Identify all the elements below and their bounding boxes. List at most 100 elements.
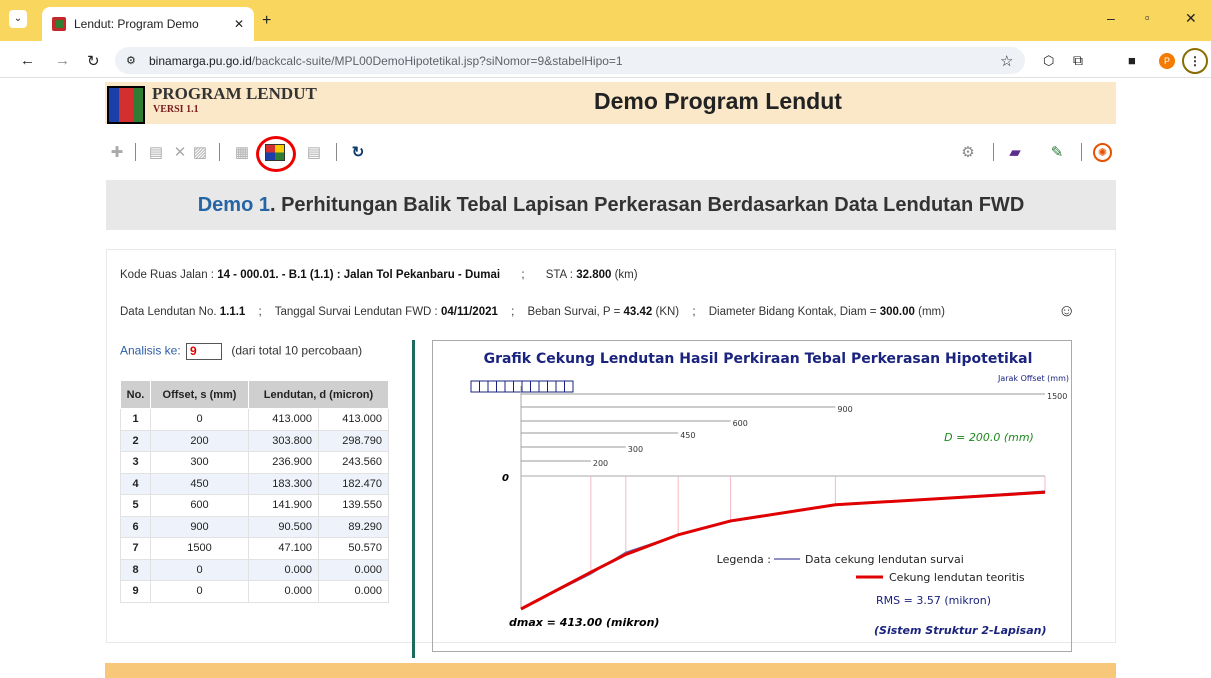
archive-icon[interactable]: ▰ bbox=[1005, 143, 1025, 161]
extension-icon[interactable]: ⬡ bbox=[1043, 53, 1054, 69]
demo-label: Demo 1 bbox=[197, 193, 270, 216]
beban-label: Beban Survai, P = bbox=[527, 306, 621, 318]
reload-button[interactable]: ↻ bbox=[87, 52, 100, 70]
table-row: 8 0 0.000 0.000 bbox=[120, 558, 389, 581]
minimize-button[interactable]: – bbox=[1107, 10, 1115, 26]
table-row: 1 0 413.000 413.000 bbox=[120, 408, 389, 431]
row-theoretical: 50.570 bbox=[318, 537, 389, 560]
rms-text: RMS = 3.57 (mikron) bbox=[876, 594, 991, 607]
row-offset: 900 bbox=[150, 515, 249, 538]
row-measured: 90.500 bbox=[248, 515, 319, 538]
survey-line bbox=[520, 490, 1046, 610]
url-path: /backcalc-suite/MPL00DemoHipotetikal.jsp… bbox=[251, 53, 623, 68]
table-row: 4 450 183.300 182.470 bbox=[120, 472, 389, 495]
separator: ; bbox=[511, 306, 515, 318]
x-axis-label: Jarak Offset (mm) bbox=[997, 374, 1069, 383]
row-theoretical: 298.790 bbox=[318, 429, 389, 452]
back-button[interactable]: ← bbox=[20, 52, 35, 69]
zero-label: 0 bbox=[502, 473, 509, 484]
row-measured: 0.000 bbox=[248, 558, 319, 581]
url-host: binamarga.pu.go.id bbox=[149, 53, 252, 68]
divider-bar bbox=[412, 340, 415, 658]
table-row: 9 0 0.000 0.000 bbox=[120, 580, 389, 603]
offset-label: 450 bbox=[680, 431, 695, 440]
col-no: No. bbox=[120, 380, 151, 409]
tab-title: Lendut: Program Demo bbox=[74, 17, 199, 31]
table-row: 7 1500 47.100 50.570 bbox=[120, 537, 389, 560]
legend-theory: Cekung lendutan teoritis bbox=[889, 571, 1025, 584]
save-file-icon[interactable]: ▨ bbox=[190, 143, 210, 161]
offset-label: 300 bbox=[628, 445, 643, 454]
new-tab-button[interactable]: + bbox=[262, 12, 271, 30]
row-theoretical: 413.000 bbox=[318, 408, 389, 431]
row-measured: 141.900 bbox=[248, 494, 319, 517]
gear-icon[interactable]: ⚙ bbox=[958, 143, 978, 161]
analisis-row: Analisis ke: 9 (dari total 10 percobaan) bbox=[120, 343, 362, 360]
row-offset: 1500 bbox=[150, 537, 249, 560]
analisis-input[interactable]: 9 bbox=[186, 343, 223, 360]
row-theoretical: 89.290 bbox=[318, 515, 389, 538]
info-row-2: Data Lendutan No. 1.1.1 ; Tanggal Survai… bbox=[120, 306, 945, 318]
exit-icon[interactable]: ✺ bbox=[1093, 143, 1112, 162]
tgl-value: 04/11/2021 bbox=[440, 306, 498, 318]
demo-title: . Perhitungan Balik Tebal Lapisan Perker… bbox=[269, 193, 1025, 216]
row-no: 5 bbox=[120, 494, 151, 517]
chart-title: Grafik Cekung Lendutan Hasil Perkiraan T… bbox=[484, 351, 1033, 367]
page-title: Demo Program Lendut bbox=[594, 88, 842, 114]
row-no: 7 bbox=[120, 537, 151, 560]
row-offset: 200 bbox=[150, 429, 249, 452]
legend-survey: Data cekung lendutan survai bbox=[805, 553, 964, 566]
deflection-table: No. Offset, s (mm) Lendutan, d (micron) … bbox=[120, 380, 389, 603]
close-window-button[interactable]: ✕ bbox=[1185, 10, 1197, 27]
add-icon[interactable]: ✚ bbox=[107, 143, 127, 161]
open-file-icon[interactable]: ▤ bbox=[146, 143, 166, 161]
row-offset: 0 bbox=[150, 408, 249, 431]
close-tab-icon[interactable]: ✕ bbox=[234, 17, 244, 31]
restore-button[interactable]: ▫ bbox=[1145, 10, 1150, 25]
system-text: (Sistem Struktur 2-Lapisan) bbox=[874, 624, 1047, 637]
data-label: Data Lendutan No. bbox=[120, 306, 217, 318]
separator: ; bbox=[521, 269, 525, 281]
sta-unit: (km) bbox=[614, 269, 638, 281]
diam-unit: (mm) bbox=[918, 306, 945, 318]
refresh-icon[interactable]: ↻ bbox=[348, 143, 368, 161]
report-icon[interactable]: ▤ bbox=[304, 143, 324, 161]
table-row: 6 900 90.500 89.290 bbox=[120, 515, 389, 538]
row-no: 2 bbox=[120, 429, 151, 452]
puzzle-icon[interactable]: ⧉ bbox=[1073, 52, 1083, 69]
menu-button[interactable]: ⋮ bbox=[1182, 48, 1208, 74]
browser-tab[interactable]: Lendut: Program Demo ✕ bbox=[42, 7, 254, 41]
col-lendutan: Lendutan, d (micron) bbox=[248, 380, 389, 409]
legend-label: Legenda : bbox=[717, 553, 771, 566]
footer-bar bbox=[105, 663, 1116, 678]
delete-file-icon[interactable]: ✕ bbox=[170, 143, 190, 161]
row-theoretical: 139.550 bbox=[318, 494, 389, 517]
d-text: D = 200.0 (mm) bbox=[944, 431, 1034, 444]
site-info-icon[interactable]: ⚙ bbox=[126, 54, 136, 67]
highlight-circle bbox=[256, 136, 296, 172]
edit-icon[interactable]: ✎ bbox=[1047, 143, 1067, 161]
row-offset: 0 bbox=[150, 580, 249, 603]
table-row: 2 200 303.800 298.790 bbox=[120, 429, 389, 452]
brand-name: PROGRAM LENDUT bbox=[152, 84, 317, 103]
row-offset: 450 bbox=[150, 472, 249, 495]
row-offset: 600 bbox=[150, 494, 249, 517]
table-icon[interactable]: ▦ bbox=[232, 143, 252, 161]
profile-avatar[interactable]: P bbox=[1159, 53, 1175, 69]
url-field[interactable]: binamarga.pu.go.id/backcalc-suite/MPL00D… bbox=[115, 47, 1025, 74]
row-measured: 0.000 bbox=[248, 580, 319, 603]
kode-value: 14 - 000.01. - B.1 (1.1) : Jalan Tol Pek… bbox=[217, 269, 501, 281]
bookmark-star-icon[interactable]: ☆ bbox=[1000, 52, 1013, 70]
sidepanel-icon[interactable]: ■ bbox=[1128, 53, 1136, 68]
smiley-icon[interactable]: ☺ bbox=[1058, 301, 1075, 321]
tgl-label: Tanggal Survai Lendutan FWD : bbox=[274, 306, 438, 318]
data-value: 1.1.1 bbox=[219, 306, 246, 318]
separator: ; bbox=[258, 306, 262, 318]
offset-label: 200 bbox=[593, 459, 608, 468]
forward-button[interactable]: → bbox=[55, 52, 70, 69]
row-no: 3 bbox=[120, 451, 151, 474]
row-theoretical: 0.000 bbox=[318, 580, 389, 603]
beban-unit: (KN) bbox=[655, 306, 680, 318]
row-offset: 0 bbox=[150, 558, 249, 581]
tab-search-button[interactable]: ⌄ bbox=[9, 10, 27, 28]
